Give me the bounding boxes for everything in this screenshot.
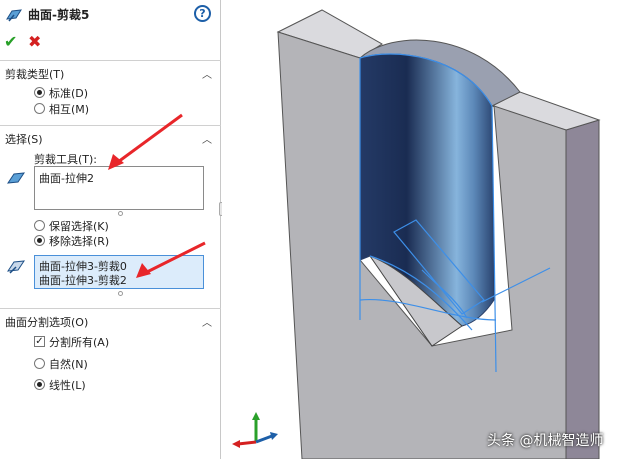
reference-triad-icon xyxy=(232,412,278,448)
radio-label-keep: 保留选择(K) xyxy=(49,220,109,233)
resize-handle[interactable] xyxy=(118,291,123,296)
trim-tool-label: 剪裁工具(T): xyxy=(34,153,98,166)
section-title-split-options[interactable]: 曲面分割选项(O) xyxy=(5,314,88,330)
pieces-to-remove-icon xyxy=(6,260,26,274)
radio-keep-selection[interactable] xyxy=(34,220,45,231)
graphics-viewport[interactable]: 头条 @机械智造师 xyxy=(222,0,640,459)
checkbox-split-all[interactable]: ✓ xyxy=(34,336,45,347)
resize-handle[interactable] xyxy=(118,211,123,216)
surface-trim-icon xyxy=(6,9,22,22)
radio-label-remove: 移除选择(R) xyxy=(49,235,110,248)
radio-label-natural: 自然(N) xyxy=(49,358,88,371)
radio-standard[interactable] xyxy=(34,87,45,98)
radio-linear[interactable] xyxy=(34,379,45,390)
chevron-up-icon[interactable]: ︿ xyxy=(202,66,212,81)
feature-title: 曲面-剪裁5 xyxy=(28,8,90,22)
trim-tool-item[interactable]: 曲面-拉伸2 xyxy=(39,170,94,186)
radio-label-standard: 标准(D) xyxy=(49,87,89,100)
trim-tool-icon xyxy=(6,172,26,184)
section-divider xyxy=(0,125,221,126)
trim-tool-listbox[interactable]: 曲面-拉伸2 xyxy=(34,166,204,210)
property-manager-panel: 曲面-剪裁5 ? ✔ ✖ 剪裁类型(T) ︿ 标准(D) 相互(M) 选择(S)… xyxy=(0,0,221,459)
section-divider xyxy=(0,308,221,309)
pieces-listbox[interactable]: 曲面-拉伸3-剪裁0 曲面-拉伸3-剪裁2 xyxy=(34,255,204,289)
chevron-up-icon[interactable]: ︿ xyxy=(202,131,212,146)
chevron-up-icon[interactable]: ︿ xyxy=(202,314,212,329)
checkbox-label-split-all: 分割所有(A) xyxy=(49,336,110,349)
help-icon[interactable]: ? xyxy=(194,5,211,22)
ok-check-icon[interactable]: ✔ xyxy=(4,32,17,51)
radio-remove-selection[interactable] xyxy=(34,235,45,246)
watermark-text: 头条 @机械智造师 xyxy=(487,433,604,449)
cancel-close-icon[interactable]: ✖ xyxy=(28,32,41,51)
radio-mutual[interactable] xyxy=(34,103,45,114)
radio-natural[interactable] xyxy=(34,358,45,369)
piece-item[interactable]: 曲面-拉伸3-剪裁2 xyxy=(39,272,127,288)
section-divider xyxy=(0,60,221,61)
radio-label-linear: 线性(L) xyxy=(49,379,86,392)
panel-header: 曲面-剪裁5 ? ✔ ✖ xyxy=(0,0,221,58)
radio-label-mutual: 相互(M) xyxy=(49,103,90,116)
section-title-selections[interactable]: 选择(S) xyxy=(5,131,43,147)
part-model xyxy=(276,9,601,459)
section-title-trim-type[interactable]: 剪裁类型(T) xyxy=(5,66,64,82)
